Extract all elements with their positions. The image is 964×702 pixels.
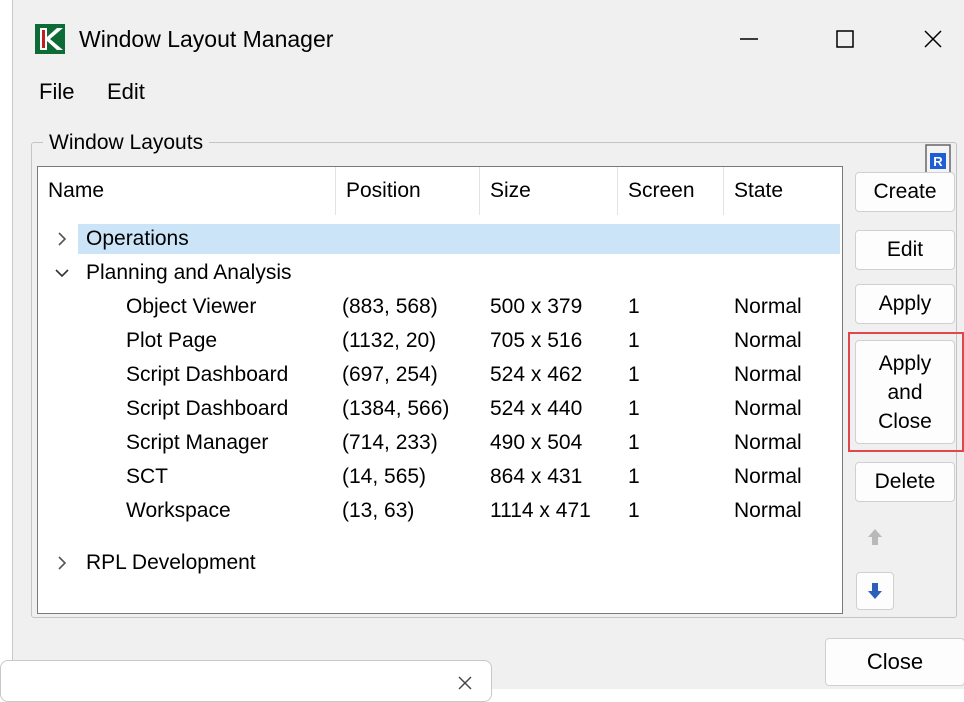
background-window-fragment xyxy=(0,660,492,702)
cell-position: (14, 565) xyxy=(342,465,427,488)
cell-screen: 1 xyxy=(628,363,640,386)
cell-size: 500 x 379 xyxy=(490,295,583,318)
cell-screen: 1 xyxy=(628,329,640,352)
tree-header: Name Position Size Screen State xyxy=(38,167,842,215)
title-bar[interactable]: Window Layout Manager xyxy=(13,0,964,70)
cell-position: (883, 568) xyxy=(342,295,438,318)
minimize-icon xyxy=(740,38,758,40)
table-row[interactable]: Script Dashboard (1384, 566) 524 x 440 1… xyxy=(38,393,842,425)
move-down-button[interactable] xyxy=(856,572,894,610)
cell-size: 524 x 462 xyxy=(490,363,583,386)
table-row[interactable]: Plot Page (1132, 20) 705 x 516 1 Normal xyxy=(38,325,842,357)
cell-position: (1132, 20) xyxy=(342,329,437,352)
maximize-button[interactable] xyxy=(815,16,875,62)
chevron-right-icon[interactable] xyxy=(52,223,72,255)
delete-button[interactable]: Delete xyxy=(855,462,955,502)
cell-state: Normal xyxy=(734,329,802,352)
table-row[interactable]: Script Dashboard (697, 254) 524 x 462 1 … xyxy=(38,359,842,391)
close-window-button[interactable] xyxy=(903,16,963,62)
cell-state: Normal xyxy=(734,431,802,454)
column-header-size[interactable]: Size xyxy=(480,167,618,215)
cell-state: Normal xyxy=(734,363,802,386)
cell-size: 864 x 431 xyxy=(490,465,583,488)
chevron-down-icon[interactable] xyxy=(52,257,72,289)
cell-size: 705 x 516 xyxy=(490,329,583,352)
cell-screen: 1 xyxy=(628,397,640,420)
table-row[interactable]: Object Viewer (883, 568) 500 x 379 1 Nor… xyxy=(38,291,842,323)
close-button[interactable]: Close xyxy=(825,638,964,686)
column-header-position[interactable]: Position xyxy=(336,167,480,215)
cell-name: Workspace xyxy=(126,499,231,522)
column-header-state[interactable]: State xyxy=(724,167,824,215)
tree-group-label: Operations xyxy=(86,227,189,250)
chevron-right-icon[interactable] xyxy=(52,547,72,579)
window-title: Window Layout Manager xyxy=(79,26,334,52)
tree-group-rpl[interactable]: RPL Development xyxy=(38,547,842,579)
menu-bar: File Edit R xyxy=(13,70,964,174)
edit-button[interactable]: Edit xyxy=(855,230,955,270)
apply-and-close-line-3: Close xyxy=(878,409,932,433)
layouts-tree[interactable]: Name Position Size Screen State Operatio… xyxy=(37,166,843,614)
cell-state: Normal xyxy=(734,465,802,488)
cell-name: Script Dashboard xyxy=(126,397,289,420)
create-button[interactable]: Create xyxy=(855,172,955,212)
app-logo-icon xyxy=(35,24,65,54)
cell-size: 490 x 504 xyxy=(490,431,583,454)
tree-group-label: RPL Development xyxy=(86,551,256,574)
menu-file[interactable]: File xyxy=(39,78,74,106)
tree-group-operations[interactable]: Operations xyxy=(38,223,842,255)
cell-name: Script Dashboard xyxy=(126,363,289,386)
cell-screen: 1 xyxy=(628,431,640,454)
cell-name: Script Manager xyxy=(126,431,269,454)
tree-group-label: Planning and Analysis xyxy=(86,261,292,284)
tree-group-planning[interactable]: Planning and Analysis xyxy=(38,257,842,289)
apply-and-close-line-2: and xyxy=(887,380,923,404)
selection-highlight xyxy=(78,224,840,254)
menu-edit[interactable]: Edit xyxy=(107,78,145,106)
cell-state: Normal xyxy=(734,499,802,522)
cell-position: (1384, 566) xyxy=(342,397,450,420)
maximize-icon xyxy=(836,30,854,48)
table-row[interactable]: Workspace (13, 63) 1114 x 471 1 Normal xyxy=(38,495,842,527)
cell-size: 1114 x 471 xyxy=(490,499,591,522)
cell-state: Normal xyxy=(734,295,802,318)
window-layout-manager-window: Window Layout Manager File Edit R Window… xyxy=(12,0,964,689)
arrow-down-icon xyxy=(868,583,882,599)
column-header-screen[interactable]: Screen xyxy=(618,167,724,215)
arrow-up-icon xyxy=(868,529,882,545)
cell-state: Normal xyxy=(734,397,802,420)
cell-position: (714, 233) xyxy=(342,431,438,454)
apply-and-close-button[interactable]: Apply and Close xyxy=(855,340,955,444)
table-row[interactable]: SCT (14, 565) 864 x 431 1 Normal xyxy=(38,461,842,493)
close-icon xyxy=(924,30,942,48)
apply-button[interactable]: Apply xyxy=(855,284,955,324)
column-header-name[interactable]: Name xyxy=(38,167,336,215)
cell-name: Plot Page xyxy=(126,329,218,352)
apply-and-close-line-1: Apply xyxy=(878,351,932,375)
table-row[interactable]: Script Manager (714, 233) 490 x 504 1 No… xyxy=(38,427,842,459)
cell-screen: 1 xyxy=(628,465,640,488)
move-up-button[interactable] xyxy=(856,518,894,556)
cell-name: SCT xyxy=(126,465,168,488)
cell-position: (13, 63) xyxy=(342,499,415,522)
cell-screen: 1 xyxy=(628,499,640,522)
group-label: Window Layouts xyxy=(43,128,210,158)
cell-size: 524 x 440 xyxy=(490,397,583,420)
cell-position: (697, 254) xyxy=(342,363,438,386)
cell-screen: 1 xyxy=(628,295,640,318)
cell-name: Object Viewer xyxy=(126,295,257,318)
minimize-button[interactable] xyxy=(719,16,779,62)
